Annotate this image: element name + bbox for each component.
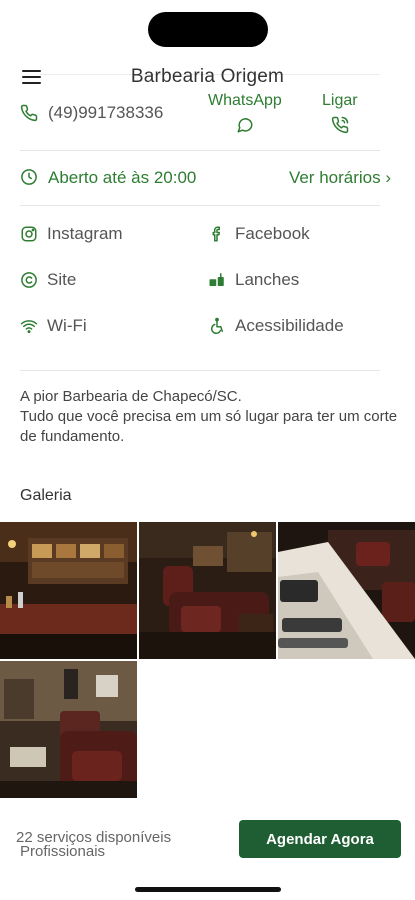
call-label: Ligar	[322, 92, 358, 109]
instagram-label: Instagram	[47, 224, 123, 243]
device-notch	[148, 12, 268, 47]
accessibility-label: Acessibilidade	[235, 316, 344, 335]
wheelchair-icon	[211, 317, 223, 334]
divider	[20, 205, 380, 206]
wifi-icon	[20, 320, 38, 334]
site-icon	[21, 272, 37, 288]
professionals-label[interactable]: Profissionais	[20, 843, 105, 860]
wifi-link[interactable]: Wi-Fi	[20, 314, 190, 338]
description-line-2: Tudo que você precisa em um só lugar par…	[20, 408, 398, 445]
wifi-label: Wi-Fi	[47, 316, 87, 335]
accessibility-link[interactable]: Acessibilidade	[208, 314, 388, 338]
home-indicator	[135, 887, 281, 892]
phone-number: (49)991738336	[48, 103, 164, 122]
whatsapp-button[interactable]: WhatsApp	[208, 92, 282, 134]
facebook-link[interactable]: Facebook	[208, 222, 388, 246]
snacks-label: Lanches	[235, 270, 300, 289]
instagram-icon	[21, 226, 37, 242]
snacks-link[interactable]: Lanches	[208, 268, 388, 292]
clock-icon	[21, 169, 37, 185]
gallery-photo[interactable]	[278, 522, 415, 659]
whatsapp-label: WhatsApp	[208, 92, 282, 109]
gallery-photo[interactable]	[0, 522, 137, 659]
phone-icon	[20, 104, 38, 122]
gallery-photo[interactable]	[139, 522, 276, 659]
gallery-heading: Galeria	[20, 487, 72, 504]
snack-drink-icon	[209, 273, 224, 286]
facebook-label: Facebook	[235, 224, 310, 243]
instagram-link[interactable]: Instagram	[20, 222, 190, 246]
divider	[20, 370, 380, 371]
hours-row: Aberto até às 20:00 Ver horários ›	[20, 165, 395, 191]
facebook-icon	[212, 226, 220, 242]
chat-bubble-icon	[237, 118, 253, 133]
schedule-button[interactable]: Agendar Agora	[239, 820, 401, 858]
business-description: A pior Barbearia de Chapecó/SC. Tudo que…	[20, 387, 405, 447]
contact-row: (49)991738336 WhatsApp Ligar	[20, 92, 395, 142]
see-hours-link[interactable]: Ver horários ›	[289, 168, 391, 188]
call-button[interactable]: Ligar	[322, 92, 358, 134]
divider	[20, 150, 380, 151]
page-title: Barbearia Origem	[130, 66, 285, 87]
opening-status: Aberto até às 20:00	[48, 168, 197, 187]
site-label: Site	[47, 270, 77, 289]
phone-call-icon	[331, 116, 349, 134]
site-link[interactable]: Site	[20, 268, 190, 292]
description-line-1: A pior Barbearia de Chapecó/SC.	[20, 388, 242, 405]
gallery-photo[interactable]	[0, 661, 137, 798]
